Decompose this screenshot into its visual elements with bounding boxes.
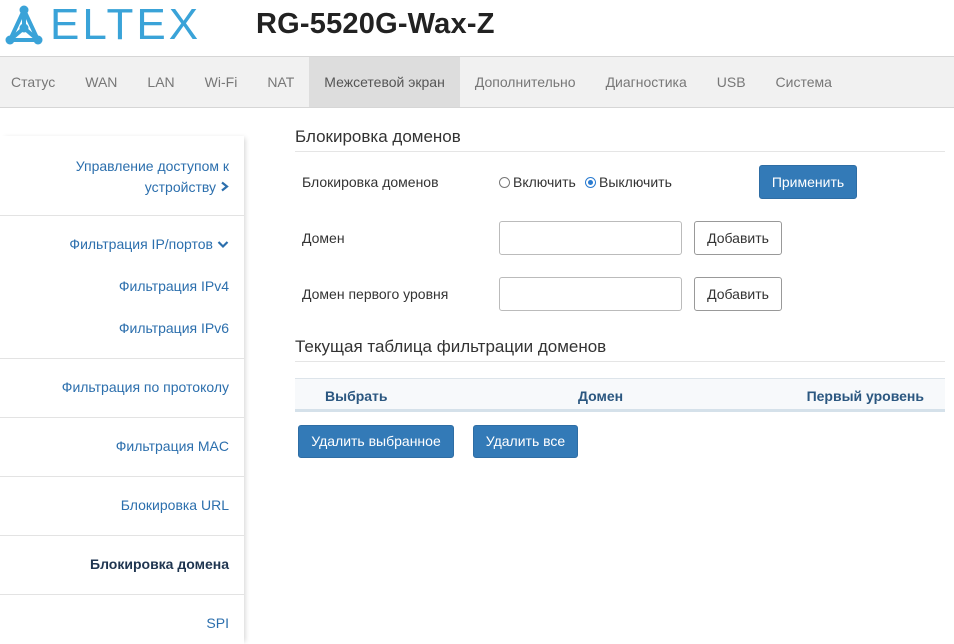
sidebar-item-spi[interactable]: SPI [0,615,244,631]
domain-label: Домен [302,230,345,246]
column-header-domain[interactable]: Домен [578,388,623,404]
sidebar-divider [0,594,244,595]
sidebar-item-label: Фильтрация IP/портов [69,236,213,252]
tab-lan[interactable]: LAN [132,57,189,107]
tab-usb[interactable]: USB [702,57,761,107]
sidebar-item-label: Управление доступом к [75,158,229,174]
sidebar-divider [0,476,244,477]
sidebar: Управление доступом к устройству Фильтра… [0,136,244,644]
sidebar-item-protocol-filter[interactable]: Фильтрация по протоколу [0,379,244,395]
domain-input[interactable] [499,221,682,255]
tab-wan[interactable]: WAN [70,57,132,107]
add-tld-button[interactable]: Добавить [694,277,782,311]
sidebar-divider [0,215,244,216]
column-header-tld[interactable]: Первый уровень [807,388,924,404]
chevron-right-icon [220,177,229,198]
tab-advanced[interactable]: Дополнительно [460,57,591,107]
logo-text: ELTEX [50,0,202,49]
apply-button[interactable]: Применить [759,165,857,199]
tld-label: Домен первого уровня [302,286,449,302]
tld-input[interactable] [499,277,682,311]
table-title: Текущая таблица фильтрации доменов [295,337,945,362]
sidebar-divider [0,358,244,359]
radio-enable-circle[interactable] [499,176,510,188]
chevron-down-icon [217,237,229,252]
table-header: Выбрать Домен Первый уровень [295,378,945,412]
tab-status[interactable]: Статус [0,57,70,107]
sidebar-item-mac-filter[interactable]: Фильтрация MAC [0,438,244,454]
tab-firewall[interactable]: Межсетевой экран [309,57,460,107]
radio-disable[interactable]: Выключить [585,174,672,190]
radio-enable-label: Включить [513,174,576,190]
radio-disable-circle[interactable] [585,176,596,188]
delete-selected-button[interactable]: Удалить выбранное [298,425,454,458]
add-domain-button[interactable]: Добавить [694,221,782,255]
sidebar-item-ip-port-filter[interactable]: Фильтрация IP/портов [0,236,244,252]
sidebar-item-ipv4-filter[interactable]: Фильтрация IPv4 [0,278,244,294]
radio-enable[interactable]: Включить [499,174,576,190]
radio-disable-label: Выключить [599,174,672,190]
tab-system[interactable]: Система [761,57,847,107]
device-title: RG-5520G-Wax-Z [256,8,495,40]
eltex-logo[interactable]: ELTEX [4,0,202,49]
delete-all-button[interactable]: Удалить все [473,425,578,458]
tab-diagnostics[interactable]: Диагностика [591,57,702,107]
sidebar-divider [0,417,244,418]
sidebar-item-ipv6-filter[interactable]: Фильтрация IPv6 [0,320,244,336]
tab-wifi[interactable]: Wi-Fi [190,57,253,107]
sidebar-item-device-access[interactable]: Управление доступом к устройству [0,156,244,198]
section-title: Блокировка доменов [295,127,945,152]
sidebar-item-url-block[interactable]: Блокировка URL [0,497,244,513]
sidebar-item-label: устройству [144,179,216,195]
eltex-logo-icon [5,5,43,45]
top-navigation: Статус WAN LAN Wi-Fi NAT Межсетевой экра… [0,56,954,108]
column-header-select[interactable]: Выбрать [325,388,388,404]
header: ELTEX RG-5520G-Wax-Z [0,0,954,56]
sidebar-item-domain-block[interactable]: Блокировка домена [0,556,244,572]
sidebar-divider [0,535,244,536]
domain-blocking-label: Блокировка доменов [302,174,439,190]
tab-nat[interactable]: NAT [252,57,309,107]
